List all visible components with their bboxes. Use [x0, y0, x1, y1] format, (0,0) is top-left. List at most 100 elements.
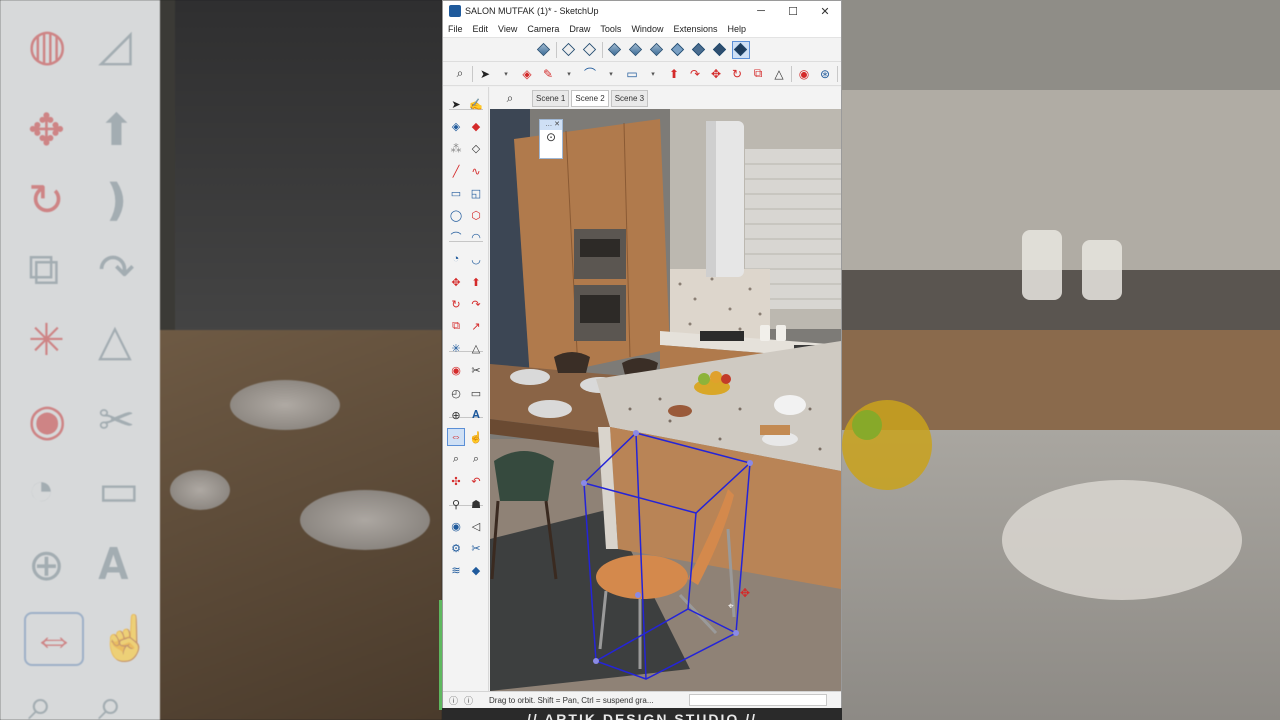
line-icon[interactable]: ╱ [447, 162, 465, 180]
polygon-icon[interactable]: ⬡ [467, 206, 485, 224]
component-icon[interactable]: ⁂ [447, 139, 465, 157]
freehand-icon[interactable]: ∿ [467, 162, 485, 180]
menu-extensions[interactable]: Extensions [668, 24, 722, 34]
pie-icon[interactable]: ◔ [447, 250, 465, 268]
arc-icon[interactable]: ⌒ [581, 65, 599, 83]
bg-ghost-icon: ✂ [98, 396, 135, 445]
menu-camera[interactable]: Camera [522, 24, 564, 34]
dropdown-icon[interactable]: ▾ [602, 65, 620, 83]
circle-icon[interactable]: ◯ [447, 206, 465, 224]
3d-text-icon[interactable]: 𝐀 [467, 406, 485, 424]
svg-text:✥: ✥ [740, 586, 750, 600]
sandbox-icon[interactable]: ⚙ [447, 539, 465, 557]
tab-scene-1[interactable]: Scene 1 [532, 89, 570, 107]
eraser-icon[interactable]: ◈ [518, 65, 536, 83]
zoom-window-icon[interactable]: ⌕ [467, 450, 485, 468]
warehouse-icon[interactable]: ✂ [467, 539, 485, 557]
textured-icon[interactable] [731, 40, 750, 59]
three-point-arc-icon[interactable]: ◡ [467, 250, 485, 268]
menu-view[interactable]: View [493, 24, 522, 34]
dropdown-icon[interactable]: ▾ [497, 65, 515, 83]
menu-window[interactable]: Window [626, 24, 668, 34]
two-point-arc-icon[interactable]: ◠ [467, 228, 485, 246]
paint-icon[interactable]: ◉ [795, 65, 813, 83]
dropdown-icon[interactable]: ▾ [644, 65, 662, 83]
floating-panel-header[interactable]: … ✕ [540, 120, 562, 130]
followme-icon[interactable]: ↷ [467, 295, 485, 313]
tape-icon[interactable]: △ [467, 339, 485, 357]
eraser-icon[interactable]: ◆ [467, 117, 485, 135]
paint-bucket-icon[interactable]: ◉ [447, 361, 465, 379]
info-icon[interactable]: ⓘ [464, 694, 473, 707]
pushpull-icon[interactable]: ⬆ [665, 65, 683, 83]
orbit-icon[interactable]: ⇔ [447, 428, 465, 446]
scene-search-icon[interactable]: ⌕ [490, 91, 530, 106]
back-view-icon[interactable] [627, 41, 645, 59]
left-view-icon[interactable] [648, 41, 666, 59]
move-icon[interactable]: ✥ [447, 273, 465, 291]
maximize-button[interactable]: ☐ [777, 5, 809, 18]
close-button[interactable]: ✕ [809, 5, 841, 18]
pushpull-icon[interactable]: ⬆ [467, 273, 485, 291]
geolocation-icon[interactable]: ⓘ [449, 694, 458, 707]
rectangle-icon[interactable]: ▭ [623, 65, 641, 83]
dropdown-icon[interactable]: ▾ [560, 65, 578, 83]
layers-icon[interactable]: ≋ [447, 561, 465, 579]
menu-edit[interactable]: Edit [468, 24, 494, 34]
menu-tools[interactable]: Tools [595, 24, 626, 34]
extension-icon[interactable]: ◆ [467, 561, 485, 579]
arc-icon[interactable]: ⌒ [447, 228, 465, 246]
look-around-icon[interactable]: ◉ [447, 517, 465, 535]
tab-scene-3[interactable]: Scene 3 [610, 89, 649, 107]
scene-tabs-bar: ⌕ Scene 1 Scene 2 Scene 3 [490, 87, 841, 109]
orbit-target-icon[interactable]: ⊙ [540, 130, 562, 144]
pencil-icon[interactable]: ✎ [539, 65, 557, 83]
protractor-icon[interactable]: ◴ [447, 384, 465, 402]
select-icon[interactable]: ➤ [447, 95, 465, 113]
section-icon[interactable]: ✂ [467, 361, 485, 379]
measurements-box[interactable] [689, 694, 827, 706]
tape-icon[interactable]: △ [770, 65, 788, 83]
eraser-small-icon[interactable]: ◇ [467, 139, 485, 157]
move-icon[interactable]: ✥ [707, 65, 725, 83]
top-view-icon[interactable] [560, 41, 578, 59]
previous-view-icon[interactable]: ↶ [467, 472, 485, 490]
rectangle-icon[interactable]: ▭ [447, 184, 465, 202]
axes-tool-icon[interactable]: ⊕ [447, 406, 465, 424]
select-icon[interactable]: ➤ [476, 65, 494, 83]
shaded-icon[interactable] [711, 41, 729, 59]
followme-icon[interactable]: ↷ [686, 65, 704, 83]
zoom-icon[interactable]: ⌕ [447, 450, 465, 468]
paint-bucket-icon[interactable]: ◈ [447, 117, 465, 135]
bg-ghost-icon: ✳ [28, 316, 65, 365]
text-icon[interactable]: ▭ [467, 384, 485, 402]
floating-panel[interactable]: … ✕ ⊙ [539, 119, 563, 159]
minimize-button[interactable]: ─ [745, 5, 777, 17]
3d-viewport[interactable]: ✥ ⌖ … ✕ ⊙ [490, 109, 841, 691]
tab-scene-2[interactable]: Scene 2 [571, 89, 609, 107]
menu-help[interactable]: Help [722, 24, 751, 34]
xray-icon[interactable] [669, 41, 687, 59]
rotated-rect-icon[interactable]: ◱ [467, 184, 485, 202]
zoom-extents-icon[interactable]: ✣ [447, 472, 465, 490]
front-view-icon[interactable] [581, 41, 599, 59]
background-plate [300, 490, 430, 550]
rotate-icon[interactable]: ↻ [728, 65, 746, 83]
paint-icon[interactable]: ✍ [467, 95, 485, 113]
iso-view-icon[interactable] [535, 41, 553, 59]
position-camera-icon[interactable]: ⚲ [447, 495, 465, 513]
walk-icon[interactable]: ⊛ [816, 65, 834, 83]
axes-icon[interactable]: ✳ [447, 339, 465, 357]
menu-file[interactable]: File [443, 24, 468, 34]
rotate-icon[interactable]: ↻ [447, 295, 465, 313]
right-view-icon[interactable] [606, 41, 624, 59]
pan-icon[interactable]: ☝ [467, 428, 485, 446]
section-plane-icon[interactable]: ◁ [467, 517, 485, 535]
zoom-icon[interactable]: ⌕ [451, 65, 469, 83]
scale-icon[interactable]: ⧉ [749, 65, 767, 83]
offset-icon[interactable]: ↗ [467, 317, 485, 335]
walk-icon[interactable]: ☗ [467, 495, 485, 513]
scale-icon[interactable]: ⧉ [447, 317, 465, 335]
wireframe-icon[interactable] [690, 41, 708, 59]
menu-draw[interactable]: Draw [564, 24, 595, 34]
